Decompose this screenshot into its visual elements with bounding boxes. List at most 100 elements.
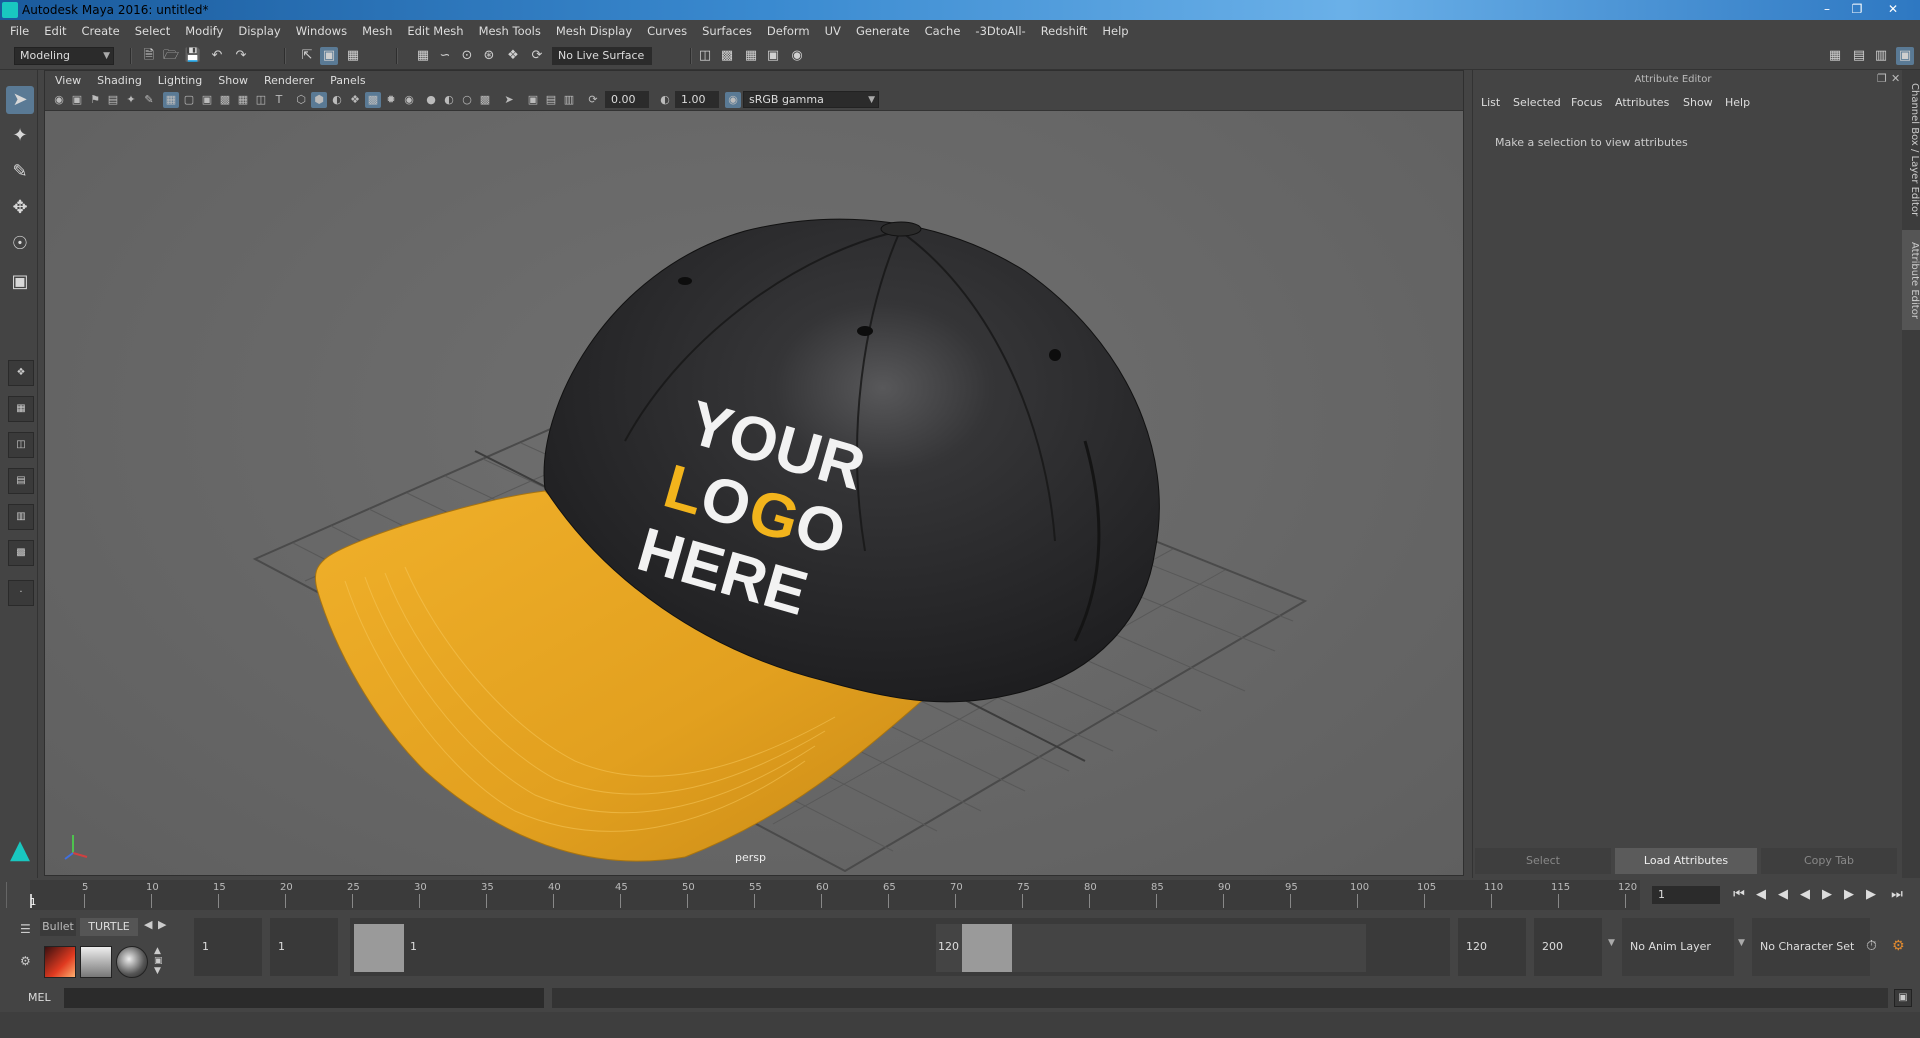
turtle-render-icon[interactable] (44, 946, 76, 978)
command-language-label[interactable]: MEL (28, 991, 51, 1004)
menu-mesh-tools[interactable]: Mesh Tools (479, 24, 541, 38)
shadows-icon[interactable]: ◉ (401, 92, 417, 108)
four-pane-layout-icon[interactable]: ▦ (8, 396, 34, 422)
menu-set-dropdown[interactable]: Modeling ▼ (14, 47, 114, 65)
animation-start-field[interactable]: 1 (194, 918, 262, 976)
live-surface-field[interactable]: No Live Surface (552, 47, 652, 65)
camera-select-icon[interactable]: ◉ (51, 92, 67, 108)
shelf-scroll-icon[interactable]: ▲ ▣ ▼ (154, 946, 163, 976)
menu-windows[interactable]: Windows (296, 24, 347, 38)
undo-icon[interactable]: ↶ (208, 47, 226, 65)
viewport-menu-view[interactable]: View (55, 74, 81, 87)
time-slider-track[interactable]: 1 5 10 15 20 25 30 35 40 45 50 55 60 65 … (30, 880, 1640, 910)
field-chart-icon[interactable]: ▦ (235, 92, 251, 108)
step-forward-frame-icon[interactable]: ▶ (1862, 886, 1880, 904)
attr-menu-show[interactable]: Show (1683, 96, 1713, 109)
smooth-shade-icon[interactable]: ⬢ (311, 92, 327, 108)
range-slider-track[interactable]: 1 120 (350, 918, 1450, 976)
menu-curves[interactable]: Curves (647, 24, 687, 38)
render-current-icon[interactable]: ▩ (718, 47, 736, 65)
3d-scene[interactable]: YOUR L O G O HERE persp (45, 111, 1463, 875)
film-gate-icon[interactable]: ▢ (181, 92, 197, 108)
close-panel-icon[interactable]: ✕ (1891, 72, 1900, 85)
step-back-key-icon[interactable]: ◀ (1774, 886, 1792, 904)
snap-surface-icon[interactable]: ❖ (504, 47, 522, 65)
turtle-baking-icon[interactable] (80, 946, 112, 978)
menu-edit-mesh[interactable]: Edit Mesh (407, 24, 463, 38)
default-lighting-icon[interactable]: ◐ (329, 92, 345, 108)
menu-deform[interactable]: Deform (767, 24, 810, 38)
menu-file[interactable]: File (10, 24, 29, 38)
menu-cache[interactable]: Cache (925, 24, 961, 38)
tab-attribute-editor[interactable]: Attribute Editor (1902, 230, 1920, 330)
move-tool-icon[interactable]: ✥ (6, 194, 34, 222)
minimize-icon[interactable]: – (1816, 1, 1838, 17)
wireframe-on-shaded-icon[interactable]: ❖ (347, 92, 363, 108)
safe-title-icon[interactable]: T (271, 92, 287, 108)
gamma-field[interactable]: 1.00 (675, 91, 719, 108)
shelf-menu-icon[interactable]: ☰ (20, 922, 31, 936)
viewport-menu-show[interactable]: Show (218, 74, 248, 87)
playback-start-field[interactable]: 1 (270, 918, 338, 976)
tool-settings-toggle-icon[interactable]: ▥ (1872, 47, 1890, 65)
load-attributes-button[interactable]: Load Attributes (1615, 848, 1757, 874)
copy-tab-button[interactable]: Copy Tab (1761, 848, 1897, 874)
menu-modify[interactable]: Modify (185, 24, 223, 38)
float-panel-icon[interactable]: ❐ (1877, 72, 1887, 85)
use-all-lights-icon[interactable]: ✹ (383, 92, 399, 108)
xray-components-icon[interactable]: ▥ (561, 92, 577, 108)
range-start-handle[interactable] (354, 924, 404, 972)
safe-action-icon[interactable]: ◫ (253, 92, 269, 108)
exposure-field[interactable]: 0.00 (605, 91, 649, 108)
menu-redshift[interactable]: Redshift (1041, 24, 1088, 38)
play-backwards-icon[interactable]: ◀ (1796, 886, 1814, 904)
redo-icon[interactable]: ↷ (232, 47, 250, 65)
persp-outliner-layout-icon[interactable]: ▤ (8, 468, 34, 494)
isolate-select-icon[interactable]: ➤ (501, 92, 517, 108)
snap-point-icon[interactable]: ⊙ (458, 47, 476, 65)
menu-mesh-display[interactable]: Mesh Display (556, 24, 632, 38)
menu-create[interactable]: Create (82, 24, 120, 38)
render-settings-icon[interactable]: ◫ (696, 47, 714, 65)
select-object-icon[interactable]: ▣ (320, 47, 338, 65)
menu-edit[interactable]: Edit (44, 24, 66, 38)
persp-graph-layout-icon[interactable]: ▥ (8, 504, 34, 530)
modeling-toolkit-icon[interactable]: ▦ (1826, 47, 1844, 65)
make-live-icon[interactable]: ⟳ (528, 47, 546, 65)
snap-grid-icon[interactable]: ▦ (414, 47, 432, 65)
select-tool-icon[interactable]: ➤ (6, 86, 34, 114)
snap-curve-icon[interactable]: ∽ (436, 47, 454, 65)
select-hierarchy-icon[interactable]: ⇱ (298, 47, 316, 65)
animation-end-field[interactable]: 200 (1534, 918, 1602, 976)
animation-preferences-icon[interactable]: ⚙ (1892, 938, 1905, 954)
character-set-dropdown[interactable]: No Character Set (1752, 918, 1870, 976)
attr-menu-focus[interactable]: Focus (1571, 96, 1602, 109)
time-slider-grip[interactable] (6, 882, 12, 908)
twod-pan-zoom-icon[interactable]: ✦ (123, 92, 139, 108)
screen-space-ao-icon[interactable]: ● (423, 92, 439, 108)
menu-mesh[interactable]: Mesh (362, 24, 392, 38)
restore-icon[interactable]: ❐ (1846, 1, 1868, 17)
menu-help[interactable]: Help (1102, 24, 1128, 38)
menu-uv[interactable]: UV (825, 24, 841, 38)
viewport-menu-renderer[interactable]: Renderer (264, 74, 314, 87)
attr-menu-selected[interactable]: Selected (1513, 96, 1561, 109)
select-button[interactable]: Select (1475, 848, 1611, 874)
current-frame-field[interactable]: 1 (1652, 886, 1720, 904)
play-forwards-icon[interactable]: ▶ (1818, 886, 1836, 904)
chevron-down-icon[interactable]: ▼ (1738, 938, 1745, 948)
snap-view-plane-icon[interactable]: ⊛ (480, 47, 498, 65)
shelf-tab-scroll-right-icon[interactable]: ▶ (158, 918, 166, 931)
image-plane-icon[interactable]: ▤ (105, 92, 121, 108)
grid-toggle-icon[interactable]: ▦ (163, 92, 179, 108)
depth-of-field-icon[interactable]: ▩ (477, 92, 493, 108)
new-scene-icon[interactable]: 🗎 (140, 47, 158, 65)
save-scene-icon[interactable]: 💾 (184, 47, 202, 65)
xray-icon[interactable]: ▣ (525, 92, 541, 108)
chevron-down-icon[interactable]: ▼ (1608, 938, 1615, 948)
single-pane-layout-icon[interactable]: ❖ (8, 360, 34, 386)
step-back-frame-icon[interactable]: ◀​ (1752, 886, 1770, 904)
go-to-end-icon[interactable]: ⏭ (1888, 886, 1906, 904)
turtle-material-icon[interactable] (116, 946, 148, 978)
tab-channel-box[interactable]: Channel Box / Layer Editor (1902, 80, 1920, 220)
